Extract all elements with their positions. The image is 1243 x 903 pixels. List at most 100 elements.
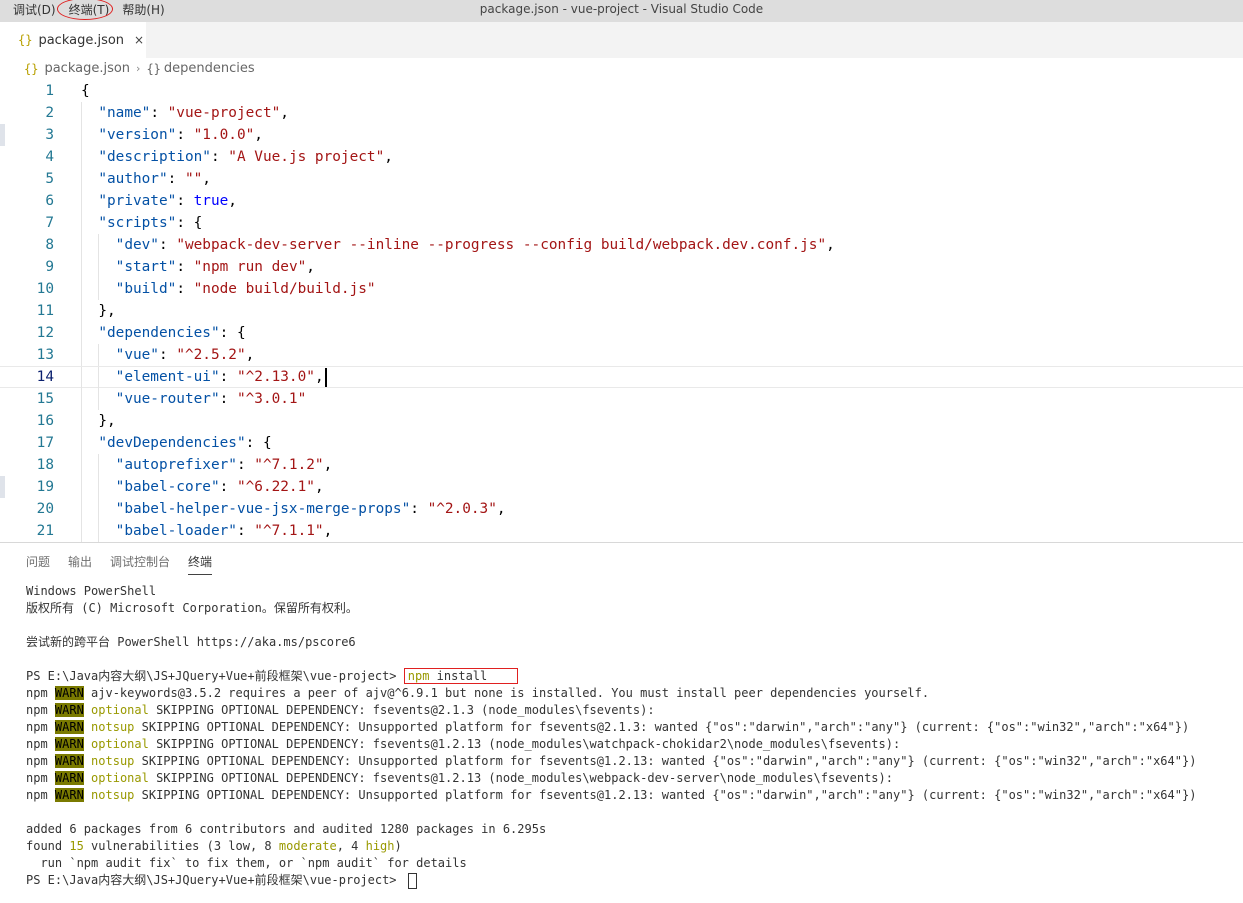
code-token: "^7.1.1": [254, 523, 324, 539]
terminal-text: npm: [26, 737, 55, 751]
terminal-text: SKIPPING OPTIONAL DEPENDENCY: Unsupporte…: [134, 720, 1190, 734]
code-editor[interactable]: 1{2 "name": "vue-project", 3 "version": "…: [0, 80, 1243, 542]
code-text: "vue-router": "^3.0.1": [81, 388, 307, 410]
panel-tab[interactable]: 调试控制台: [110, 553, 170, 575]
code-line[interactable]: 15 "vue-router": "^3.0.1": [0, 388, 1243, 410]
code-token: ,: [314, 369, 324, 385]
code-line[interactable]: 8 "dev": "webpack-dev-server --inline --…: [0, 234, 1243, 256]
gutter-marker: [0, 124, 5, 146]
code-token: "1.0.0": [193, 127, 255, 143]
terminal-line: npm WARN ajv-keywords@3.5.2 requires a p…: [26, 685, 1236, 702]
terminal-text: npm: [26, 788, 55, 802]
code-token: "npm run dev": [193, 259, 307, 275]
code-text: "start": "npm run dev",: [81, 256, 315, 278]
code-text: "dev": "webpack-dev-server --inline --pr…: [81, 234, 835, 256]
code-line[interactable]: 1{: [0, 80, 1243, 102]
code-text: "build": "node build/build.js": [81, 278, 376, 300]
terminal-output[interactable]: Windows PowerShell 版权所有 (C) Microsoft Cor…: [26, 583, 1236, 889]
menu-bar: 调试(D) 终端(T) 帮助(H): [0, 0, 172, 22]
tab-package-json[interactable]: {} package.json ×: [0, 22, 146, 58]
line-number: 3: [45, 127, 54, 143]
code-token: "^2.0.3": [427, 501, 497, 517]
code-token: :: [176, 281, 194, 297]
code-token: true: [193, 193, 229, 209]
panel-tab[interactable]: 终端: [188, 553, 213, 575]
terminal-text: found: [26, 839, 70, 853]
terminal-line: npm WARN optional SKIPPING OPTIONAL DEPE…: [26, 736, 1236, 753]
code-line[interactable]: 7 "scripts": {: [0, 212, 1243, 234]
code-line[interactable]: 19 "babel-core": "^6.22.1",: [0, 476, 1243, 498]
terminal-line: npm WARN notsup SKIPPING OPTIONAL DEPEND…: [26, 719, 1236, 736]
panel-tab[interactable]: 输出: [68, 553, 92, 575]
code-token: :: [410, 501, 428, 517]
terminal-text: npm: [26, 754, 55, 768]
line-number: 4: [45, 149, 54, 165]
code-text: "version": "1.0.0",: [81, 124, 263, 146]
terminal-line: PS E:\Java内容大纲\JS+JQuery+Vue+前段框架\vue-pr…: [26, 872, 1236, 889]
code-token: :: [176, 127, 194, 143]
terminal-text: PS E:\Java内容大纲\JS+JQuery+Vue+前段框架\vue-pr…: [26, 873, 404, 887]
tab-bar: {} package.json ×: [0, 22, 1243, 58]
code-token: "autoprefixer": [81, 457, 237, 473]
line-number: 18: [36, 457, 54, 473]
code-line[interactable]: 21 "babel-loader": "^7.1.1",: [0, 520, 1243, 542]
line-number: 17: [36, 435, 54, 451]
line-number: 8: [45, 237, 54, 253]
code-line[interactable]: 2 "name": "vue-project",: [0, 102, 1243, 124]
chevron-right-icon: ›: [136, 62, 141, 75]
warn-label: WARN: [54, 737, 84, 751]
menu-debug[interactable]: 调试(D): [0, 0, 63, 22]
code-token: "^6.22.1": [236, 479, 315, 495]
code-line[interactable]: 20 "babel-helper-vue-jsx-merge-props": "…: [0, 498, 1243, 520]
menu-terminal[interactable]: 终端(T): [56, 0, 117, 22]
annotation-circle: [56, 0, 113, 20]
code-text: "babel-core": "^6.22.1",: [81, 476, 324, 498]
terminal-text: npm: [26, 771, 55, 785]
code-line[interactable]: 9 "start": "npm run dev",: [0, 256, 1243, 278]
highlight-text: notsup: [91, 788, 135, 802]
code-token: "devDependencies": [81, 435, 246, 451]
warn-label: WARN: [54, 771, 84, 785]
code-line[interactable]: 5 "author": "",: [0, 168, 1243, 190]
command-args: install: [429, 669, 488, 683]
line-number: 6: [45, 193, 54, 209]
close-icon[interactable]: ×: [134, 33, 144, 47]
terminal-text: SKIPPING OPTIONAL DEPENDENCY: fsevents@1…: [148, 771, 893, 785]
code-token: "scripts": [81, 215, 177, 231]
code-line[interactable]: 13 "vue": "^2.5.2",: [0, 344, 1243, 366]
code-line[interactable]: 14 "element-ui": "^2.13.0",: [0, 366, 1243, 389]
breadcrumb-file[interactable]: package.json: [44, 58, 130, 80]
code-line[interactable]: 6 "private": true,: [0, 190, 1243, 212]
code-text: {: [81, 80, 90, 102]
code-token: ,: [228, 193, 237, 209]
breadcrumb-symbol[interactable]: dependencies: [164, 58, 255, 80]
menu-help[interactable]: 帮助(H): [116, 0, 171, 22]
code-text: "private": true,: [81, 190, 237, 212]
code-token: ,: [323, 457, 333, 473]
code-line[interactable]: 11 },: [0, 300, 1243, 322]
code-text: "dependencies": {: [81, 322, 245, 344]
code-text: "autoprefixer": "^7.1.2",: [81, 454, 333, 476]
code-token: "element-ui": [81, 369, 220, 385]
warn-label: WARN: [54, 703, 84, 717]
code-token: "dev": [81, 237, 159, 253]
line-number: 14: [36, 369, 54, 385]
terminal-text: , 4: [336, 839, 366, 853]
code-token: "babel-loader": [81, 523, 237, 539]
code-line[interactable]: 3 "version": "1.0.0",: [0, 124, 1243, 146]
code-line[interactable]: 16 },: [0, 410, 1243, 432]
code-text: "babel-loader": "^7.1.1",: [81, 520, 333, 542]
code-line[interactable]: 18 "autoprefixer": "^7.1.2",: [0, 454, 1243, 476]
code-token: ,: [826, 237, 835, 253]
panel-tab[interactable]: 问题: [26, 553, 50, 575]
code-line[interactable]: 17 "devDependencies": {: [0, 432, 1243, 454]
line-number: 2: [45, 105, 54, 121]
code-token: :: [167, 171, 185, 187]
code-line[interactable]: 10 "build": "node build/build.js": [0, 278, 1243, 300]
code-token: : {: [245, 435, 272, 451]
code-line[interactable]: 12 "dependencies": {: [0, 322, 1243, 344]
code-line[interactable]: 4 "description": "A Vue.js project",: [0, 146, 1243, 168]
